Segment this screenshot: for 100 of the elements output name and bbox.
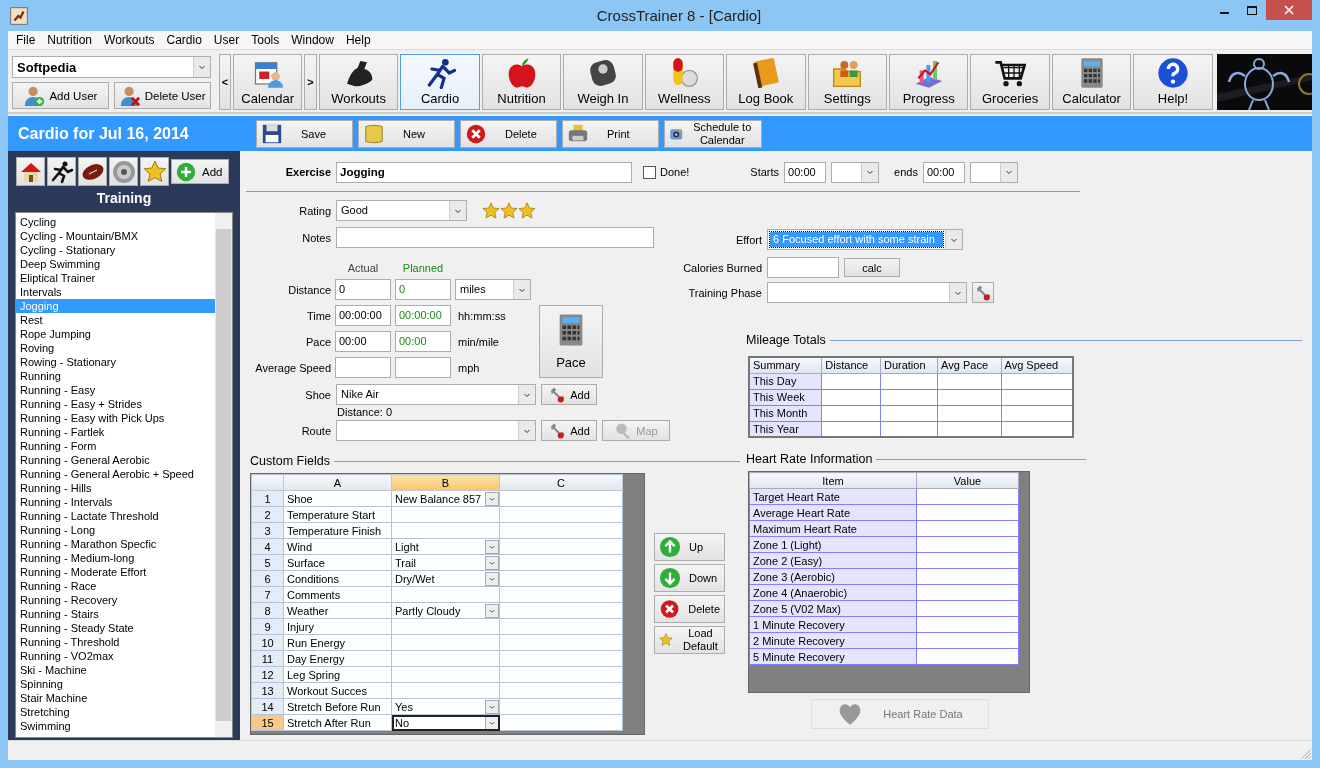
settings-button[interactable]: [972, 282, 994, 303]
list-item[interactable]: Running - Medium-long: [16, 551, 215, 565]
list-item[interactable]: Rowing - Stationary: [16, 355, 215, 369]
unit-dropdown[interactable]: miles: [455, 279, 531, 300]
corner-cell[interactable]: [251, 474, 284, 491]
planned-field[interactable]: 00:00:00: [395, 305, 451, 326]
actual-field[interactable]: [335, 357, 391, 378]
user-button[interactable]: Delete User: [113, 82, 211, 109]
user-dropdown[interactable]: Softpedia: [12, 56, 211, 78]
module-button[interactable]: Log Book: [726, 54, 806, 110]
list-item[interactable]: Running - Easy with Pick Ups: [16, 411, 215, 425]
side-button[interactable]: Up: [654, 533, 725, 561]
rating-dropdown[interactable]: Good: [336, 200, 467, 221]
list-item[interactable]: Running - Long: [16, 523, 215, 537]
calendar-button[interactable]: Calendar: [233, 54, 302, 110]
side-button[interactable]: Down: [654, 564, 725, 592]
list-item[interactable]: Running - Threshold: [16, 635, 215, 649]
menu-item[interactable]: File: [10, 33, 42, 47]
module-button[interactable]: Wellness: [644, 54, 725, 110]
menu-item[interactable]: Window: [285, 33, 340, 47]
menu-item[interactable]: Tools: [245, 33, 286, 47]
checkbox[interactable]: [643, 165, 656, 179]
list-item[interactable]: Running - Moderate Effort: [16, 565, 215, 579]
list-item[interactable]: Stair Machine: [16, 691, 215, 705]
list-item[interactable]: Running: [16, 369, 215, 383]
column-header[interactable]: A: [283, 474, 392, 491]
list-item[interactable]: Running - VO2max: [16, 649, 215, 663]
list-item[interactable]: Swimming: [16, 719, 215, 733]
module-button[interactable]: Settings: [807, 54, 887, 110]
list-item[interactable]: Running - Stairs: [16, 607, 215, 621]
actual-field[interactable]: 0: [335, 279, 391, 300]
list-item[interactable]: Running - Lactate Threshold: [16, 509, 215, 523]
action-button[interactable]: Print: [562, 119, 659, 148]
list-item[interactable]: Deep Swimming: [16, 257, 215, 271]
list-item[interactable]: Intervals: [16, 285, 215, 299]
actual-field[interactable]: 00:00: [335, 331, 391, 352]
period-dropdown[interactable]: [969, 161, 1018, 183]
side-button[interactable]: Delete: [654, 595, 725, 623]
category-button[interactable]: [78, 157, 107, 186]
module-button[interactable]: Calculator: [1051, 54, 1132, 110]
module-button[interactable]: Workouts: [318, 54, 399, 110]
list-item[interactable]: Rest: [16, 313, 215, 327]
category-button[interactable]: [109, 157, 138, 186]
module-button[interactable]: Groceries: [970, 54, 1050, 110]
category-button[interactable]: [47, 157, 76, 186]
list-item[interactable]: Cycling - Stationary: [16, 243, 215, 257]
list-item[interactable]: Running - Fartlek: [16, 425, 215, 439]
menu-item[interactable]: Cardio: [160, 33, 208, 47]
module-button[interactable]: Cardio: [400, 54, 480, 110]
column-header[interactable]: C: [499, 474, 623, 491]
list-item[interactable]: Running - Race: [16, 579, 215, 593]
list-item[interactable]: Cycling: [16, 215, 215, 229]
list-item[interactable]: Spinning: [16, 677, 215, 691]
list-item[interactable]: Running - General Aerobic: [16, 453, 215, 467]
category-button[interactable]: [16, 157, 45, 186]
list-item[interactable]: Stretching: [16, 705, 215, 719]
list-item[interactable]: Running - Steady State: [16, 621, 215, 635]
calc-button[interactable]: calc: [844, 258, 900, 277]
add-button[interactable]: Add: [171, 159, 229, 184]
list-item[interactable]: Running - Hills: [16, 481, 215, 495]
previous-button[interactable]: <: [218, 54, 232, 110]
module-button[interactable]: Help!: [1133, 54, 1213, 110]
action-button[interactable]: New: [358, 119, 455, 148]
list-item[interactable]: Ski - Machine: [16, 663, 215, 677]
list-item[interactable]: Roving: [16, 341, 215, 355]
star-rating[interactable]: [482, 201, 536, 220]
user-button[interactable]: Add User: [12, 82, 109, 109]
column-header[interactable]: B: [391, 474, 500, 491]
planned-field[interactable]: [395, 357, 451, 378]
add-button[interactable]: Add: [541, 384, 597, 405]
add-button[interactable]: Add: [541, 420, 597, 441]
shoe-dropdown[interactable]: Nike Air: [336, 384, 536, 405]
menu-item[interactable]: Nutrition: [41, 33, 99, 47]
module-button[interactable]: Nutrition: [481, 54, 562, 110]
list-item[interactable]: Eliptical Trainer: [16, 271, 215, 285]
list-item[interactable]: Running - Marathon Specfic: [16, 537, 215, 551]
action-button[interactable]: Schedule to Calendar: [664, 119, 762, 148]
menu-item[interactable]: User: [207, 33, 246, 47]
phase-dropdown[interactable]: [767, 282, 967, 303]
list-item[interactable]: Running - Easy: [16, 383, 215, 397]
next-button[interactable]: >: [304, 54, 317, 110]
actual-field[interactable]: 00:00:00: [335, 305, 391, 326]
time-field[interactable]: 00:00: [922, 161, 965, 183]
planned-field[interactable]: 00:00: [395, 331, 451, 352]
module-button[interactable]: Weigh In: [563, 54, 643, 110]
route-dropdown[interactable]: [336, 420, 536, 441]
period-dropdown[interactable]: [831, 161, 880, 183]
side-button[interactable]: Load Default: [654, 626, 725, 654]
pace-button[interactable]: Pace: [539, 305, 603, 378]
list-item[interactable]: Running - Form: [16, 439, 215, 453]
list-item[interactable]: Running - General Aerobic + Speed: [16, 467, 215, 481]
notes-field[interactable]: [336, 227, 654, 248]
planned-field[interactable]: 0: [395, 279, 451, 300]
calories-field[interactable]: [767, 257, 839, 278]
menu-item[interactable]: Workouts: [98, 33, 161, 47]
time-field[interactable]: 00:00: [784, 161, 827, 183]
list-item[interactable]: Running - Recovery: [16, 593, 215, 607]
exercise-field[interactable]: Jogging: [336, 161, 632, 183]
list-item[interactable]: Running - Intervals: [16, 495, 215, 509]
list-item[interactable]: Rope Jumping: [16, 327, 215, 341]
